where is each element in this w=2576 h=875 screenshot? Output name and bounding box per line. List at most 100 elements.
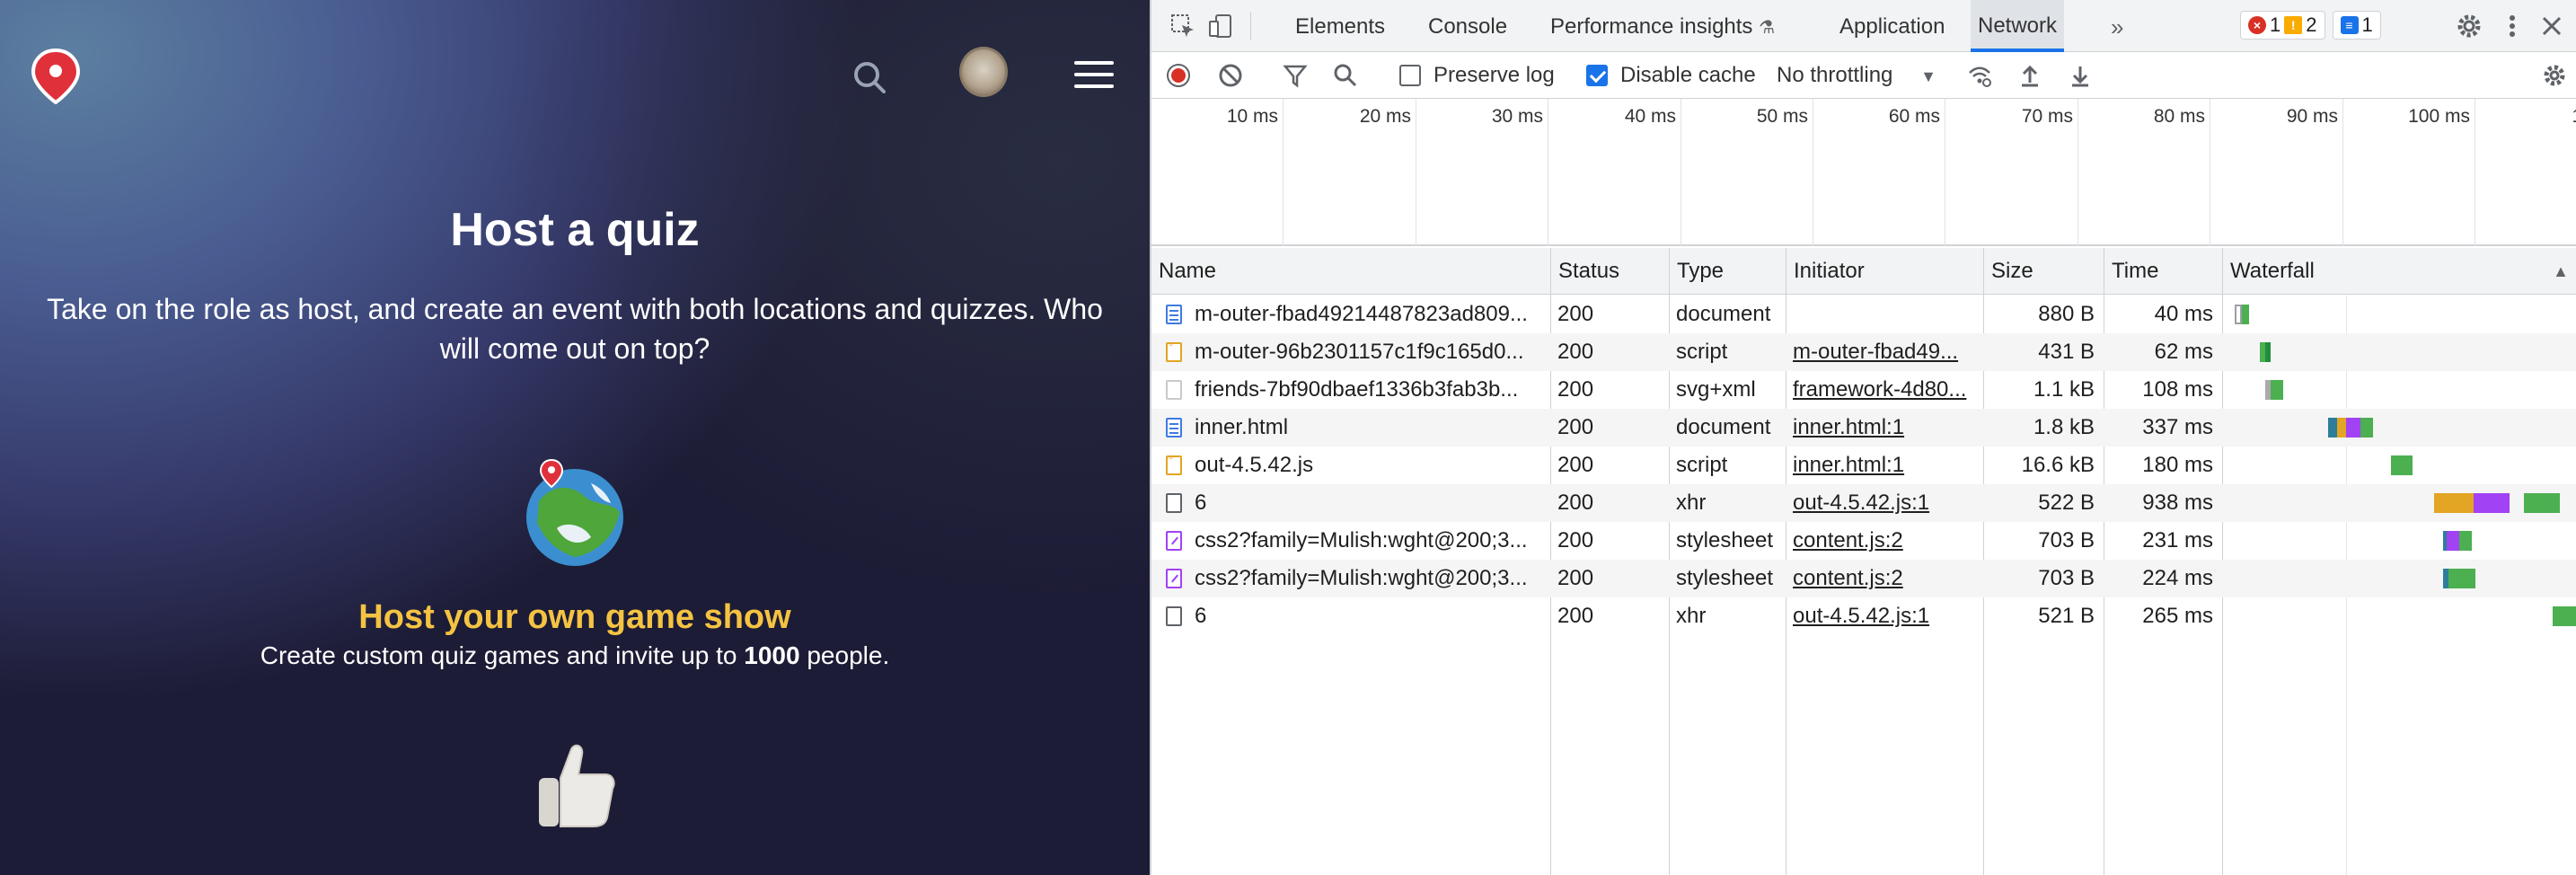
tab-elements[interactable]: Elements <box>1288 0 1392 52</box>
request-size: 880 B <box>2038 302 2095 326</box>
network-conditions-icon[interactable] <box>1967 63 1992 88</box>
column-initiator[interactable]: Initiator <box>1786 248 1983 295</box>
request-row[interactable]: m-outer-fbad49214487823ad809... 200 docume… <box>1151 296 2576 333</box>
map-pin-logo-icon[interactable] <box>31 49 81 104</box>
request-row[interactable]: inner.html 200 document inner.html:1 1.8 kB 3… <box>1151 409 2576 446</box>
requests-table-header: Name Status Type Initiator Size Time Wat… <box>1151 248 2576 295</box>
request-name[interactable]: css2?family=Mulish:wght@200;3... <box>1195 560 1543 597</box>
tab-network[interactable]: Network <box>1971 0 2065 52</box>
column-size[interactable]: Size <box>1983 248 2104 295</box>
waterfall-bar[interactable] <box>2524 493 2560 513</box>
request-name[interactable]: friends-7bf90dbaef1336b3fab3b... <box>1195 371 1543 409</box>
column-time[interactable]: Time <box>2104 248 2222 295</box>
waterfall-bar[interactable] <box>2235 305 2242 324</box>
request-initiator-link[interactable]: m-outer-fbad49... <box>1793 333 1976 371</box>
record-icon[interactable] <box>1166 63 1191 88</box>
waterfall-bar[interactable] <box>2265 342 2271 362</box>
request-name[interactable]: css2?family=Mulish:wght@200;3... <box>1195 522 1543 560</box>
column-type[interactable]: Type <box>1669 248 1786 295</box>
request-row[interactable]: css2?family=Mulish:wght@200;3... 200 style… <box>1151 560 2576 597</box>
request-status: 200 <box>1557 528 1594 552</box>
clear-icon[interactable] <box>1218 63 1243 88</box>
feature-title: Host your own game show <box>358 598 791 636</box>
column-waterfall[interactable]: Waterfall ▲ <box>2222 248 2576 295</box>
inspect-element-icon[interactable] <box>1169 13 1196 40</box>
import-har-icon[interactable] <box>2017 63 2042 88</box>
overview-tick-label: 60 ms <box>1888 106 1940 127</box>
request-name[interactable]: 6 <box>1195 597 1543 635</box>
messages-count: 1 <box>2361 13 2373 36</box>
request-name[interactable]: m-outer-fbad49214487823ad809... <box>1195 296 1543 333</box>
request-size: 703 B <box>2038 566 2095 590</box>
request-size: 521 B <box>2038 604 2095 628</box>
preserve-log-checkbox[interactable] <box>1399 65 1421 86</box>
request-name[interactable]: m-outer-96b2301157c1f9c165d0... <box>1195 333 1543 371</box>
settings-gear-icon[interactable] <box>2456 13 2483 40</box>
request-type: stylesheet <box>1676 528 1774 552</box>
filter-icon[interactable] <box>1283 63 1308 88</box>
waterfall-bar[interactable] <box>2553 606 2576 626</box>
user-avatar[interactable] <box>959 47 1008 97</box>
waterfall-bar[interactable] <box>2391 455 2413 475</box>
column-status[interactable]: Status <box>1550 248 1669 295</box>
request-row[interactable]: 6 200 xhr out-4.5.42.js:1 522 B 938 ms <box>1151 484 2576 522</box>
request-name[interactable]: 6 <box>1195 484 1543 522</box>
waterfall-bar[interactable] <box>2459 531 2472 551</box>
request-status: 200 <box>1557 604 1594 628</box>
request-initiator-link[interactable]: inner.html:1 <box>1793 409 1976 446</box>
menu-icon[interactable] <box>1074 61 1114 88</box>
request-row[interactable]: css2?family=Mulish:wght@200;3... 200 style… <box>1151 522 2576 560</box>
request-initiator-link[interactable]: out-4.5.42.js:1 <box>1793 484 1976 522</box>
request-name[interactable]: inner.html <box>1195 409 1543 446</box>
more-tabs-icon[interactable]: » <box>2104 0 2130 52</box>
throttling-select[interactable]: No throttling ▼ <box>1777 63 1936 88</box>
devtools-panel: Elements Console Performance insights ⚗ … <box>1150 0 2576 875</box>
disable-cache-checkbox[interactable] <box>1586 65 1608 86</box>
waterfall-bar[interactable] <box>2346 418 2360 438</box>
more-options-icon[interactable] <box>2499 13 2526 40</box>
waterfall-bar[interactable] <box>2474 493 2510 513</box>
resource-type-icon <box>1166 337 1182 362</box>
preserve-log-label[interactable]: Preserve log <box>1434 63 1555 88</box>
waterfall-bar[interactable] <box>2448 569 2475 588</box>
request-initiator-link[interactable]: out-4.5.42.js:1 <box>1793 597 1976 635</box>
request-name[interactable]: out-4.5.42.js <box>1195 446 1543 484</box>
request-row[interactable]: friends-7bf90dbaef1336b3fab3b... 200 svg+x… <box>1151 371 2576 409</box>
close-icon[interactable] <box>2538 13 2565 40</box>
request-type: stylesheet <box>1676 566 1774 590</box>
tab-application[interactable]: Application <box>1832 0 1952 52</box>
feature-description: Create custom quiz games and invite up t… <box>0 641 1150 670</box>
request-initiator-link[interactable]: inner.html:1 <box>1793 446 1976 484</box>
tab-console[interactable]: Console <box>1421 0 1514 52</box>
request-time: 337 ms <box>2142 415 2213 439</box>
tab-performance-insights[interactable]: Performance insights ⚗ <box>1543 0 1782 52</box>
thumbs-up-icon <box>539 744 615 827</box>
request-initiator-link[interactable]: content.js:2 <box>1793 560 1976 597</box>
waterfall-bar[interactable] <box>2271 380 2283 400</box>
waterfall-bar[interactable] <box>2441 493 2474 513</box>
waterfall-bar[interactable] <box>2447 531 2459 551</box>
request-initiator-link[interactable] <box>1793 296 1976 333</box>
waterfall-bar[interactable] <box>2360 418 2373 438</box>
errors-badge[interactable]: × 1 ! 2 <box>2240 11 2325 40</box>
page-lead: Take on the role as host, and create an … <box>47 293 1103 365</box>
waterfall-bar[interactable] <box>2337 418 2346 438</box>
export-har-icon[interactable] <box>2068 63 2093 88</box>
waterfall-bar[interactable] <box>2242 305 2249 324</box>
search-icon[interactable] <box>851 59 887 95</box>
request-row[interactable]: m-outer-96b2301157c1f9c165d0... 200 script… <box>1151 333 2576 371</box>
network-settings-gear-icon[interactable] <box>2542 63 2567 88</box>
disable-cache-label[interactable]: Disable cache <box>1620 63 1756 88</box>
network-overview-timeline[interactable]: 10 ms 20 ms 30 ms 40 ms 50 ms 60 ms 70 ms 80 ms… <box>1151 99 2576 246</box>
column-name[interactable]: Name <box>1151 248 1550 295</box>
message-icon: ≡ <box>2340 16 2359 34</box>
waterfall-bar[interactable] <box>2434 493 2441 513</box>
search-icon[interactable] <box>1333 63 1358 88</box>
waterfall-bar[interactable] <box>2328 418 2337 438</box>
request-initiator-link[interactable]: content.js:2 <box>1793 522 1976 560</box>
messages-badge[interactable]: ≡ 1 <box>2332 11 2381 40</box>
request-initiator-link[interactable]: framework-4d80... <box>1793 371 1976 409</box>
request-row[interactable]: 6 200 xhr out-4.5.42.js:1 521 B 265 ms <box>1151 597 2576 635</box>
request-row[interactable]: out-4.5.42.js 200 script inner.html:1 16.6 k… <box>1151 446 2576 484</box>
device-toolbar-icon[interactable] <box>1207 13 1234 40</box>
